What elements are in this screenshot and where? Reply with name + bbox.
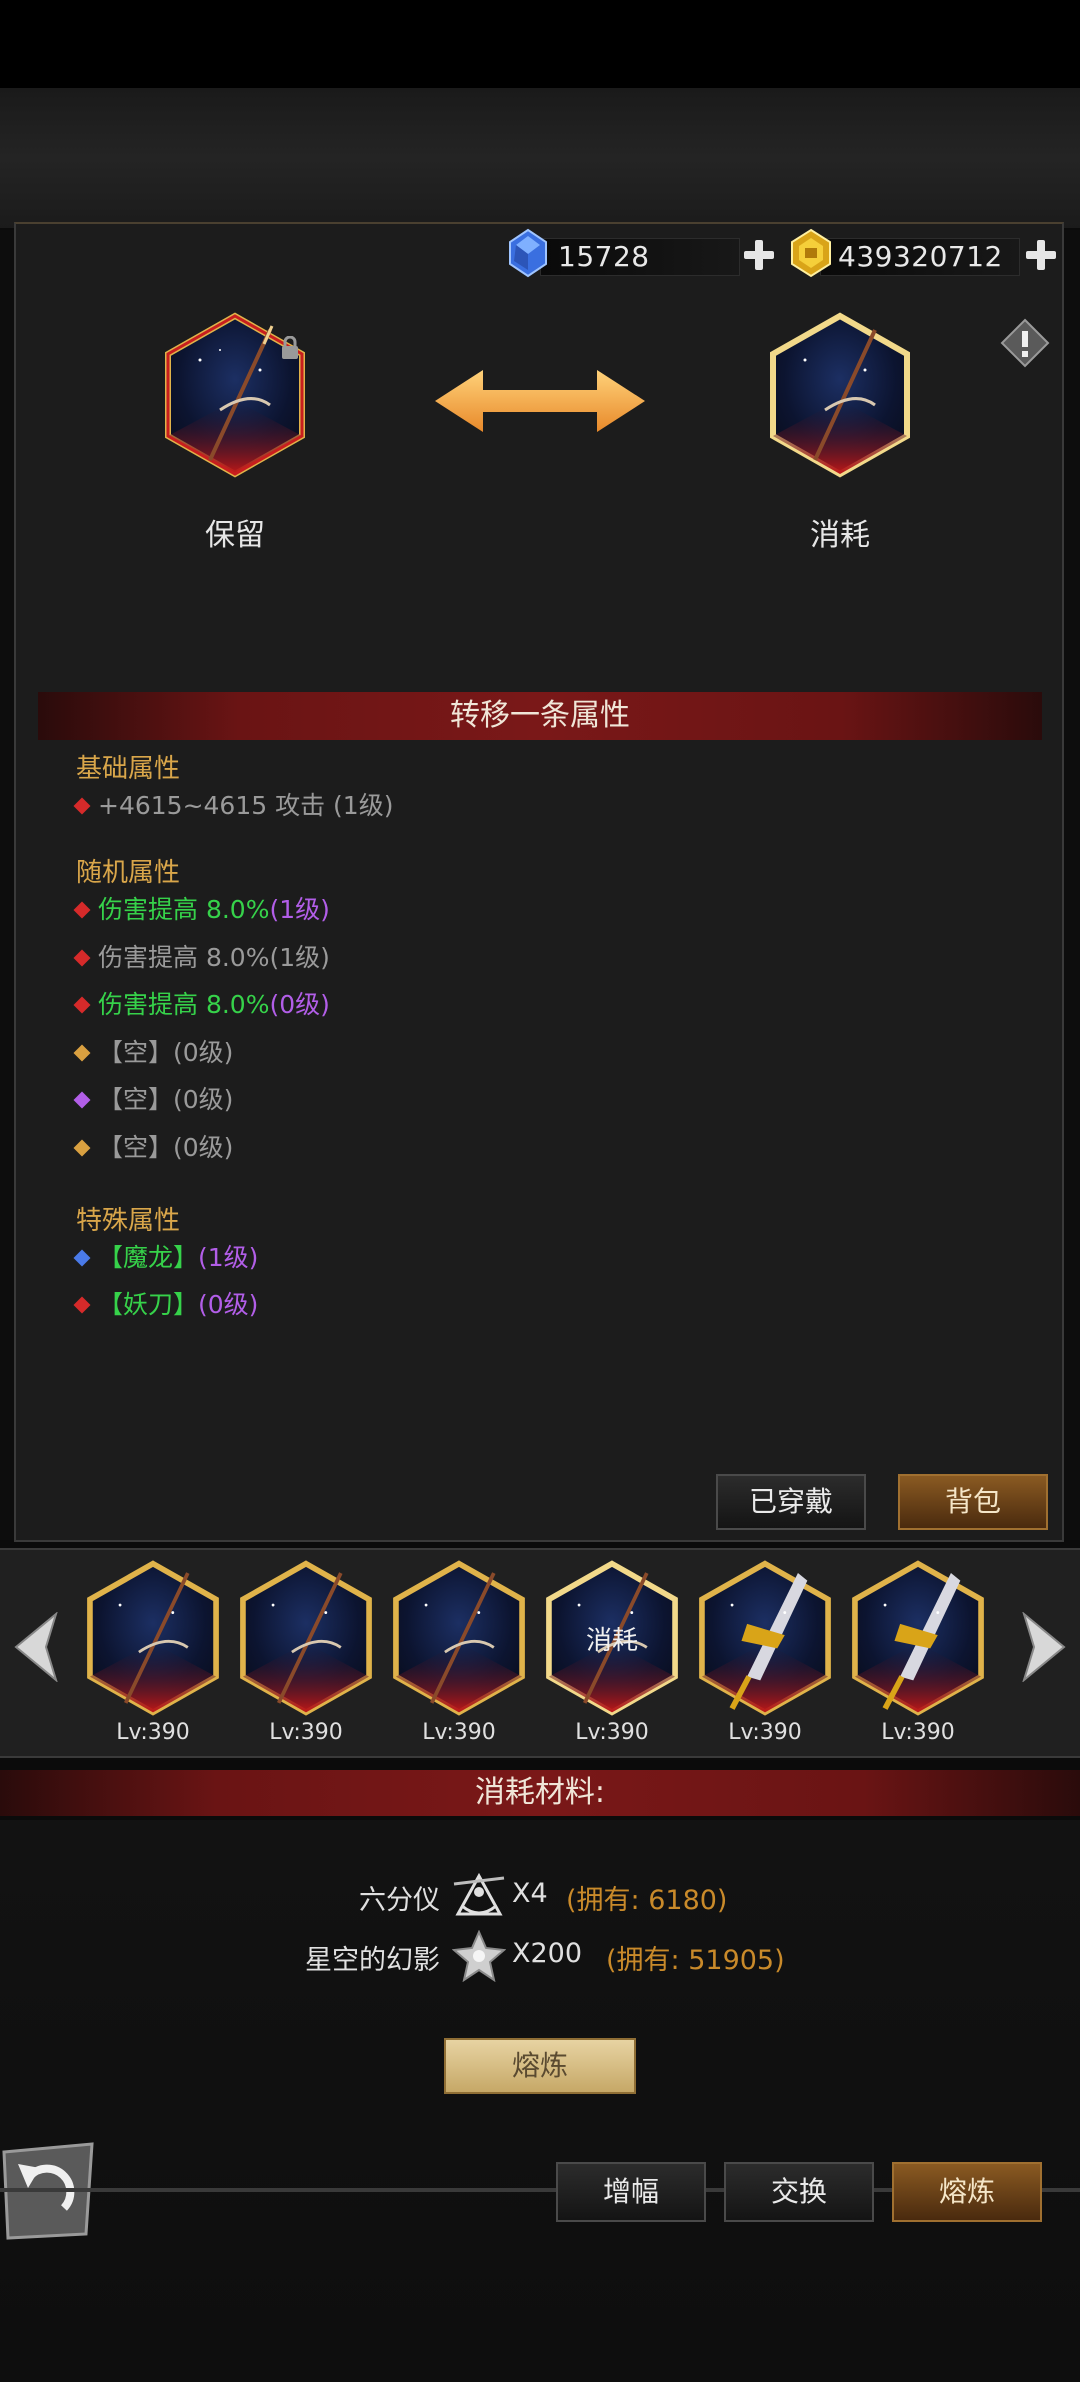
spear-weapon-icon [393,1560,525,1716]
background-banner [0,88,1080,228]
strip-item[interactable]: 消耗 Lv:390 [537,1558,687,1758]
scroll-left-button[interactable] [12,1611,60,1683]
materials-header: 消耗材料: [0,1770,1080,1816]
material-name: 六分仪 [359,1885,440,1916]
consume-label: 消耗 [810,518,870,553]
attribute-text: 伤害提高 8.0% [98,942,270,972]
panel-edge-right [1064,230,1080,1540]
item-strip-list: Lv:390 Lv:390 Lv:390 消耗 Lv:390 Lv:390 Lv… [78,1558,1018,1758]
attribute-row: 【空】 (0级) [73,1084,234,1116]
lock-icon [280,335,300,360]
attribute-row: 伤害提高 8.0% (0级) [73,989,330,1021]
gold-gem-icon [788,228,834,278]
material-quantity: X200 [512,1938,583,1969]
material-name: 星空的幻影 [305,1945,440,1976]
spear-weapon-icon [240,1560,372,1716]
attribute-level: (1级) [269,942,330,972]
attribute-level: (0级) [173,1132,234,1162]
item-level: Lv:390 [269,1720,343,1745]
attribute-text: 【妖刀】 [98,1290,199,1319]
status-bar-area [0,0,1080,88]
attribute-text: 伤害提高 8.0% [98,990,270,1019]
attribute-row: 【空】 (0级) [73,1132,234,1164]
item-level: Lv:390 [575,1720,649,1745]
gem-icon [73,1044,91,1061]
attribute-level: (1级) [198,1243,259,1272]
material-owned: (拥有: 51905) [606,1945,785,1976]
attribute-level: (0级) [269,990,330,1019]
item-level: Lv:390 [881,1720,955,1745]
transfer-header: 转移一条属性 [38,692,1042,740]
sextant-icon [452,1870,506,1922]
star-shard-icon [451,1929,507,1983]
gem-icon [73,901,91,919]
section-title: 特殊属性 [76,1206,181,1236]
gem-icon [73,996,91,1014]
strip-item[interactable]: Lv:390 [843,1558,993,1758]
attribute-row: 伤害提高 8.0% (1级) [73,894,330,926]
attribute-row: 【魔龙】 (1级) [73,1242,259,1274]
attribute-text: 【空】 [98,1085,174,1114]
attribute-text: +4615~4615 攻击 (1级) [98,791,394,820]
item-level: Lv:390 [728,1720,802,1745]
panel-edge-left [0,230,14,1540]
material-quantity: X4 [512,1878,548,1909]
material-row: 星空的幻影 X200 (拥有: 51905) [0,1928,1080,1984]
tab-exchange[interactable]: 交换 [724,2162,874,2222]
gem-icon [73,1091,91,1109]
scroll-right-button[interactable] [1020,1611,1068,1683]
gold-amount: 439320712 [838,240,1003,273]
strip-item[interactable]: Lv:390 [78,1558,228,1758]
attribute-level: (0级) [198,1290,259,1319]
bag-button[interactable]: 背包 [898,1474,1048,1530]
attribute-row: 伤害提高 8.0% (1级) [73,942,330,974]
attribute-text: 【空】 [98,1037,174,1067]
gem-icon [73,949,91,966]
info-icon[interactable] [1000,318,1050,368]
gem-icon [73,1249,91,1267]
tab-smelt[interactable]: 熔炼 [892,2162,1042,2222]
attribute-row: 【妖刀】 (0级) [73,1289,259,1321]
blade-weapon-icon [699,1560,831,1716]
gem-icon [73,797,91,815]
tab-amplify[interactable]: 增幅 [556,2162,706,2222]
keep-label: 保留 [205,518,265,553]
attribute-row: 【空】 (0级) [73,1037,234,1069]
diamond-icon [506,228,550,278]
attribute-text: 【魔龙】 [98,1243,199,1272]
consumed-item-slot[interactable] [765,310,915,480]
section-title: 基础属性 [76,754,181,784]
add-diamond-button[interactable] [742,238,776,272]
strip-item[interactable]: Lv:390 [690,1558,840,1758]
diamond-amount: 15728 [558,240,650,273]
attribute-text: 【空】 [98,1132,174,1162]
material-row: 六分仪 X4 (拥有: 6180) [0,1868,1080,1924]
consume-tag: 消耗 [585,1626,638,1656]
strip-item[interactable]: Lv:390 [384,1558,534,1758]
spear-weapon-icon [87,1560,219,1716]
swap-arrow-icon [435,366,645,436]
material-owned: (拥有: 6180) [566,1885,728,1916]
section-title: 随机属性 [76,858,181,888]
equipped-button[interactable]: 已穿戴 [716,1474,866,1530]
smelt-button[interactable]: 熔炼 [444,2038,636,2094]
attribute-level: (0级) [173,1037,234,1067]
gem-icon [73,1296,91,1314]
attribute-level: (1级) [269,895,330,924]
add-gold-button[interactable] [1024,238,1058,272]
item-level: Lv:390 [422,1720,496,1745]
attribute-text: 伤害提高 8.0% [98,895,270,924]
strip-item[interactable]: Lv:390 [231,1558,381,1758]
attribute-row: +4615~4615 攻击 (1级) [73,790,394,822]
blade-weapon-icon [852,1560,984,1716]
attribute-level: (0级) [173,1085,234,1114]
gem-icon [73,1139,91,1156]
item-level: Lv:390 [116,1720,190,1745]
